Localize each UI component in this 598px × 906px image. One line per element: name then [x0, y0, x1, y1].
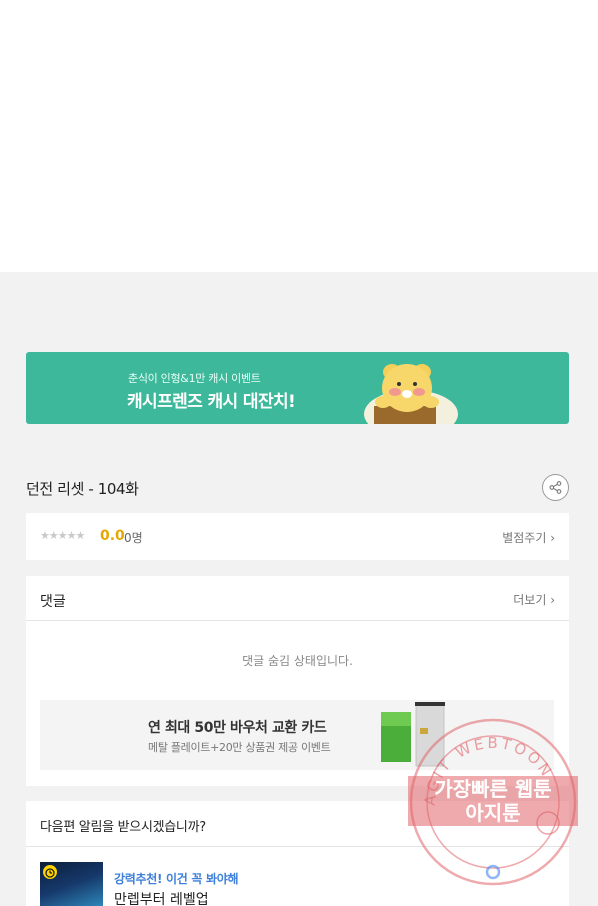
banner-subtitle: 춘식이 인형&1만 캐시 이벤트 — [128, 372, 261, 385]
top-blank-area — [0, 0, 598, 272]
comment-hidden-message: 댓글 숨김 상태입니다. — [242, 654, 353, 668]
ad-title: 연 최대 50만 바우처 교환 카드 — [148, 720, 327, 736]
clock-icon — [43, 865, 57, 879]
recommend-tag: 강력추천! 이건 꼭 봐야해 — [114, 872, 239, 886]
notify-question: 다음편 알림을 받으시겠습니까? — [40, 820, 206, 835]
share-button[interactable] — [542, 474, 569, 501]
recommend-thumbnail[interactable] — [40, 862, 103, 906]
banner-title: 캐시프렌즈 캐시 대잔치! — [127, 392, 296, 412]
rating-score: 0.0 — [100, 528, 125, 544]
notify-header[interactable]: 다음편 알림을 받으시겠습니까? — [26, 801, 569, 847]
ad-banner[interactable]: 연 최대 50만 바우처 교환 카드 메탈 플레이트+20만 상품권 제공 이벤… — [40, 700, 554, 770]
rate-button[interactable]: 별점주기 › — [502, 529, 555, 546]
card-image — [381, 702, 445, 767]
recommend-title[interactable]: 만렙부터 레벨업 — [114, 889, 209, 906]
episode-title: 던전 리셋 - 104화 — [26, 480, 139, 498]
share-icon — [549, 481, 562, 494]
ad-subtitle: 메탈 플레이트+20만 상품권 제공 이벤트 — [148, 741, 331, 754]
comment-header: 댓글 더보기 › — [26, 576, 569, 621]
rating-card: ★★★★★ 0.0 0명 별점주기 › — [26, 513, 569, 560]
next-episode-notify-section: 다음편 알림을 받으시겠습니까? 강력추천! 이건 꼭 봐야해 만렙부터 레벨업 — [26, 801, 569, 906]
rating-count: 0명 — [124, 531, 143, 545]
event-banner[interactable]: 춘식이 인형&1만 캐시 이벤트 캐시프렌즈 캐시 대잔치! — [26, 352, 569, 424]
comment-section: 댓글 더보기 › 댓글 숨김 상태입니다. 연 최대 50만 바우처 교환 카드… — [26, 576, 569, 786]
rating-stars: ★★★★★ — [40, 529, 85, 542]
comment-title: 댓글 — [40, 594, 66, 610]
character-illustration — [364, 364, 458, 424]
episode-header: 던전 리셋 - 104화 — [26, 474, 569, 504]
comment-more-link[interactable]: 더보기 › — [513, 591, 555, 608]
